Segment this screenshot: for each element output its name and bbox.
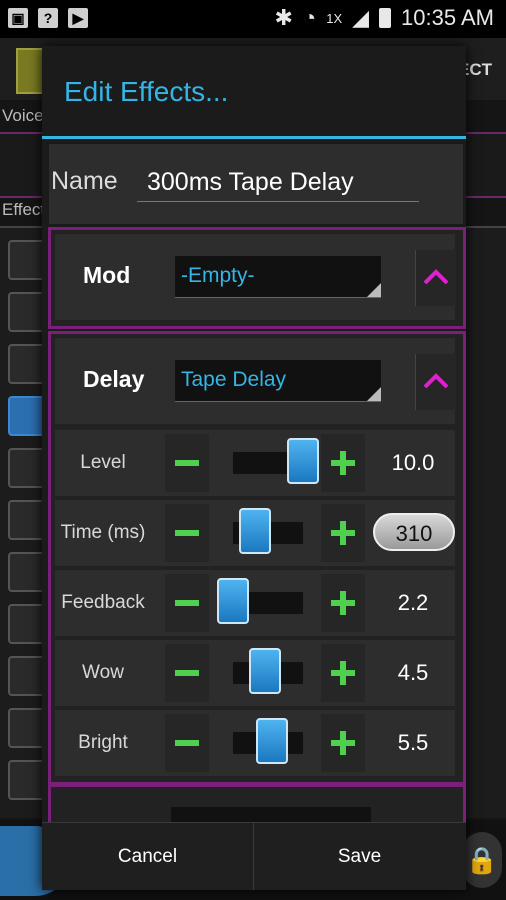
plus-icon [331, 591, 355, 615]
name-input[interactable]: 300ms Tape Delay [137, 162, 419, 202]
name-row: Name 300ms Tape Delay [48, 143, 464, 225]
status-bar: ▣ ? ▶ ✱ ◔ 1X ◢ 10:35 AM [0, 0, 506, 38]
question-icon: ? [38, 8, 58, 28]
plus-icon [331, 661, 355, 685]
mod-section: Mod -Empty- [48, 227, 466, 329]
param-label: Bright [78, 732, 128, 753]
increment-button[interactable] [321, 504, 365, 562]
system-icons: ✱ ◔ 1X ◢ 10:35 AM [274, 5, 494, 31]
param-row-level: Level 10.0 [55, 430, 455, 496]
decrement-button[interactable] [165, 434, 209, 492]
decrement-button[interactable] [165, 574, 209, 632]
decrement-button[interactable] [165, 714, 209, 772]
increment-button[interactable] [321, 714, 365, 772]
chevron-up-icon [423, 269, 449, 285]
slider-thumb[interactable] [248, 648, 281, 694]
dialog-title: Edit Effects... [64, 76, 229, 107]
param-label: Time (ms) [60, 522, 146, 543]
minus-icon [175, 460, 199, 466]
param-value[interactable]: 4.5 [373, 640, 453, 706]
param-value[interactable]: 10.0 [373, 430, 453, 496]
param-label: Level [80, 452, 126, 473]
slider-thumb[interactable] [255, 718, 288, 764]
clock: 10:35 AM [401, 5, 494, 30]
plus-icon [331, 451, 355, 475]
delay-header: Delay Tape Delay [55, 338, 456, 424]
mod-select-value: -Empty- [181, 264, 255, 287]
mod-header: Mod -Empty- [55, 234, 456, 320]
delay-label: Delay [83, 366, 145, 392]
param-row-time: Time (ms) 310 [55, 500, 455, 566]
save-button[interactable]: Save [254, 823, 465, 890]
increment-button[interactable] [321, 574, 365, 632]
voice-label: Voice [2, 106, 44, 125]
plus-icon [331, 731, 355, 755]
param-value[interactable]: 310 [373, 513, 455, 551]
dialog-button-bar: Cancel Save [42, 822, 466, 890]
minus-icon [175, 670, 199, 676]
delay-select-value: Tape Delay [181, 368, 287, 391]
battery-icon [379, 8, 392, 28]
bluetooth-icon: ✱ [274, 5, 293, 30]
dropdown-icon [367, 387, 381, 401]
param-value[interactable]: 5.5 [373, 710, 453, 776]
dropdown-icon [367, 283, 381, 297]
mod-collapse-button[interactable] [415, 250, 456, 306]
delay-select[interactable]: Tape Delay [175, 360, 381, 402]
signal-label: 1X [326, 10, 343, 26]
param-row-bright: Bright 5.5 [55, 710, 455, 776]
effect-label: Effect [2, 200, 46, 219]
minus-icon [175, 740, 199, 746]
param-value[interactable]: 2.2 [373, 570, 453, 636]
increment-button[interactable] [321, 434, 365, 492]
param-row-wow: Wow 4.5 [55, 640, 455, 706]
chevron-up-icon [423, 373, 449, 389]
lock-icon[interactable]: 🔒 [462, 832, 502, 888]
minus-icon [175, 600, 199, 606]
slider-thumb[interactable] [287, 438, 319, 484]
cancel-button[interactable]: Cancel [42, 823, 254, 890]
notification-icons: ▣ ? ▶ [8, 8, 88, 28]
image-icon: ▣ [8, 8, 28, 28]
edit-effects-dialog: Edit Effects... Name 300ms Tape Delay Mo… [42, 46, 466, 890]
decrement-button[interactable] [165, 504, 209, 562]
mod-label: Mod [83, 262, 131, 288]
signal-icon: ◢ [352, 5, 370, 30]
slider-thumb[interactable] [217, 578, 249, 624]
decrement-button[interactable] [165, 644, 209, 702]
mod-select[interactable]: -Empty- [175, 256, 381, 298]
title-divider [42, 136, 466, 139]
wifi-icon: ◔ [302, 5, 317, 30]
plus-icon [331, 521, 355, 545]
minus-icon [175, 530, 199, 536]
increment-button[interactable] [321, 644, 365, 702]
play-store-icon: ▶ [68, 8, 88, 28]
param-row-feedback: Feedback 2.2 [55, 570, 455, 636]
param-label: Wow [82, 662, 124, 683]
slider-thumb[interactable] [238, 508, 271, 554]
param-label: Feedback [61, 592, 145, 613]
delay-section: Delay Tape Delay Level 10.0 Time (ms) 31… [48, 331, 466, 785]
name-label: Name [51, 167, 118, 195]
delay-collapse-button[interactable] [415, 354, 456, 410]
